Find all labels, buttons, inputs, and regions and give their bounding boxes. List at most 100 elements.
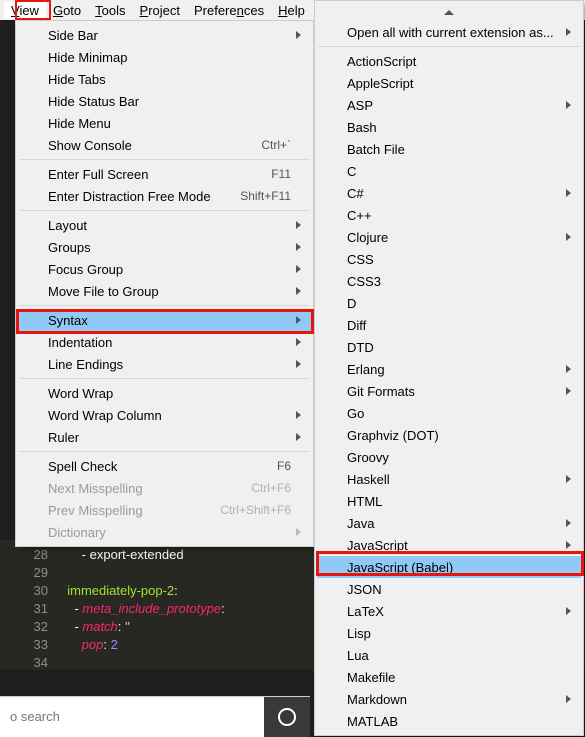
menu-item-haskell[interactable]: Haskell xyxy=(317,468,581,490)
menu-item-label: Clojure xyxy=(347,230,561,245)
taskbar-search[interactable]: o search xyxy=(0,697,264,737)
menu-separator xyxy=(19,159,310,160)
menu-item-label: Hide Tabs xyxy=(48,72,291,87)
menu-item-dtd[interactable]: DTD xyxy=(317,336,581,358)
menu-item-label: LaTeX xyxy=(347,604,561,619)
menu-item-indentation[interactable]: Indentation xyxy=(18,331,311,353)
menu-item-html[interactable]: HTML xyxy=(317,490,581,512)
menu-item-lisp[interactable]: Lisp xyxy=(317,622,581,644)
menu-item-javascript[interactable]: JavaScript xyxy=(317,534,581,556)
menu-item-java[interactable]: Java xyxy=(317,512,581,534)
menu-item-label: DTD xyxy=(347,340,561,355)
chevron-right-icon xyxy=(296,338,301,346)
menubar-item-view[interactable]: View xyxy=(4,2,46,19)
menu-item-lua[interactable]: Lua xyxy=(317,644,581,666)
menu-item-hide-menu[interactable]: Hide Menu xyxy=(18,112,311,134)
menu-item-label: JavaScript xyxy=(347,538,561,553)
menu-item-hide-tabs[interactable]: Hide Tabs xyxy=(18,68,311,90)
menu-item-label: MATLAB xyxy=(347,714,561,729)
menubar-item-help[interactable]: Help xyxy=(271,2,312,19)
menu-item-label: Diff xyxy=(347,318,561,333)
menu-item-graphviz-dot[interactable]: Graphviz (DOT) xyxy=(317,424,581,446)
menu-item-label: AppleScript xyxy=(347,76,561,91)
taskbar: o search xyxy=(0,696,310,736)
scroll-up-icon[interactable] xyxy=(317,4,581,21)
menu-item-prev-misspelling: Prev MisspellingCtrl+Shift+F6 xyxy=(18,499,311,521)
cortana-button[interactable] xyxy=(264,697,310,737)
menu-item-makefile[interactable]: Makefile xyxy=(317,666,581,688)
menu-item-c[interactable]: C xyxy=(317,160,581,182)
menu-item-word-wrap-column[interactable]: Word Wrap Column xyxy=(18,404,311,426)
menu-item-bash[interactable]: Bash xyxy=(317,116,581,138)
menu-item-label: Dictionary xyxy=(48,525,291,540)
menu-item-shortcut: Shift+F11 xyxy=(240,189,291,203)
menu-item-label: Next Misspelling xyxy=(48,481,241,496)
menu-item-hide-minimap[interactable]: Hide Minimap xyxy=(18,46,311,68)
menu-item-c[interactable]: C# xyxy=(317,182,581,204)
menu-item-label: C# xyxy=(347,186,561,201)
menu-item-clojure[interactable]: Clojure xyxy=(317,226,581,248)
menu-item-javascript-babel[interactable]: JavaScript (Babel) xyxy=(317,556,581,578)
menu-item-shortcut: F11 xyxy=(271,167,291,181)
menu-item-latex[interactable]: LaTeX xyxy=(317,600,581,622)
menu-item-show-console[interactable]: Show ConsoleCtrl+` xyxy=(18,134,311,156)
menu-item-label: D xyxy=(347,296,561,311)
menubar-item-tools[interactable]: Tools xyxy=(88,2,132,19)
taskbar-search-text: o search xyxy=(10,709,60,724)
menu-item-dictionary: Dictionary xyxy=(18,521,311,543)
menu-item-c[interactable]: C++ xyxy=(317,204,581,226)
menu-item-line-endings[interactable]: Line Endings xyxy=(18,353,311,375)
menu-item-label: Hide Menu xyxy=(48,116,291,131)
menu-item-git-formats[interactable]: Git Formats xyxy=(317,380,581,402)
menu-item-matlab[interactable]: MATLAB xyxy=(317,710,581,732)
menu-item-enter-distraction-free-mode[interactable]: Enter Distraction Free Mode Shift+F11 xyxy=(18,185,311,207)
menu-item-label: Hide Minimap xyxy=(48,50,291,65)
menu-item-label: Hide Status Bar xyxy=(48,94,291,109)
menu-item-label: Open all with current extension as... xyxy=(347,25,561,40)
menu-item-layout[interactable]: Layout xyxy=(18,214,311,236)
menu-item-css3[interactable]: CSS3 xyxy=(317,270,581,292)
menu-item-d[interactable]: D xyxy=(317,292,581,314)
menu-item-syntax[interactable]: Syntax xyxy=(18,309,311,331)
menu-item-css[interactable]: CSS xyxy=(317,248,581,270)
menu-item-asp[interactable]: ASP xyxy=(317,94,581,116)
chevron-right-icon xyxy=(296,243,301,251)
menu-item-applescript[interactable]: AppleScript xyxy=(317,72,581,94)
menu-item-label: Ruler xyxy=(48,430,291,445)
chevron-right-icon xyxy=(296,411,301,419)
menu-item-label: Syntax xyxy=(48,313,291,328)
menu-item-label: Groovy xyxy=(347,450,561,465)
menubar-item-project[interactable]: Project xyxy=(133,2,187,19)
menu-item-label: Line Endings xyxy=(48,357,291,372)
menubar-item-goto[interactable]: Goto xyxy=(46,2,88,19)
menu-item-focus-group[interactable]: Focus Group xyxy=(18,258,311,280)
scroll-down-icon[interactable] xyxy=(317,732,581,736)
menubar-item-preferences[interactable]: Preferences xyxy=(187,2,271,19)
menu-item-go[interactable]: Go xyxy=(317,402,581,424)
menu-item-enter-full-screen[interactable]: Enter Full ScreenF11 xyxy=(18,163,311,185)
menu-item-erlang[interactable]: Erlang xyxy=(317,358,581,380)
menu-item-side-bar[interactable]: Side Bar xyxy=(18,24,311,46)
menu-item-groups[interactable]: Groups xyxy=(18,236,311,258)
menu-item-ruler[interactable]: Ruler xyxy=(18,426,311,448)
chevron-right-icon xyxy=(566,365,571,373)
menu-item-shortcut: F6 xyxy=(277,459,291,473)
menu-item-batch-file[interactable]: Batch File xyxy=(317,138,581,160)
menu-item-label: CSS xyxy=(347,252,561,267)
menu-item-open-all-with-current-extension-as[interactable]: Open all with current extension as... xyxy=(317,21,581,43)
menu-item-spell-check[interactable]: Spell CheckF6 xyxy=(18,455,311,477)
menu-item-groovy[interactable]: Groovy xyxy=(317,446,581,468)
menu-item-move-file-to-group[interactable]: Move File to Group xyxy=(18,280,311,302)
menu-item-actionscript[interactable]: ActionScript xyxy=(317,50,581,72)
menu-item-diff[interactable]: Diff xyxy=(317,314,581,336)
menu-item-label: Side Bar xyxy=(48,28,291,43)
menu-item-markdown[interactable]: Markdown xyxy=(317,688,581,710)
chevron-right-icon xyxy=(296,265,301,273)
menu-item-label: Java xyxy=(347,516,561,531)
menu-item-label: HTML xyxy=(347,494,561,509)
menu-item-hide-status-bar[interactable]: Hide Status Bar xyxy=(18,90,311,112)
menu-item-label: ActionScript xyxy=(347,54,561,69)
menu-item-word-wrap[interactable]: Word Wrap xyxy=(18,382,311,404)
menu-item-json[interactable]: JSON xyxy=(317,578,581,600)
menu-item-label: Enter Distraction Free Mode xyxy=(48,189,230,204)
